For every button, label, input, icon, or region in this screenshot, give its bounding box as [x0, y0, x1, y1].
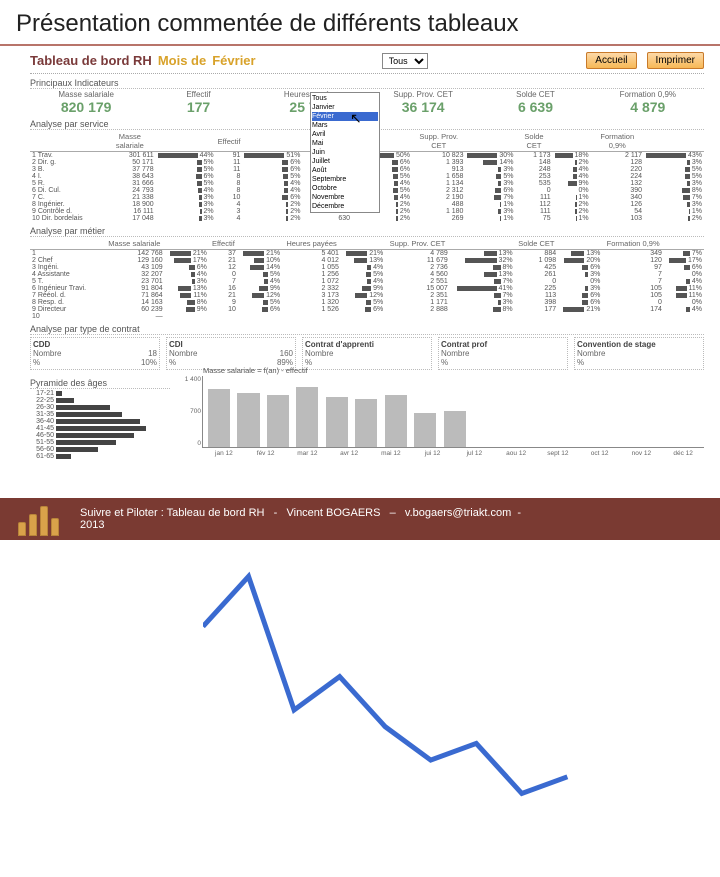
table-row: 2 Chef129 160 17%21 10%4 012 13%11 679 3…: [30, 257, 704, 264]
month-option[interactable]: Février: [312, 112, 378, 121]
home-button[interactable]: Accueil: [586, 52, 636, 69]
dashboard-month-prefix: Mois de: [158, 53, 206, 68]
kpi-card: Supp. Prov. CET36 174: [367, 90, 479, 115]
kpi-value: 177: [142, 99, 254, 115]
slide-title: Présentation commentée de différents tab…: [16, 10, 704, 38]
section-pyramide: Pyramide des âges: [30, 378, 170, 389]
kpi-card: Masse salariale820 179: [30, 90, 142, 115]
pyramid-row: 41-45: [30, 425, 170, 432]
kpi-card: Formation 0,9%4 879: [592, 90, 704, 115]
kpi-label: Formation 0,9%: [592, 90, 704, 99]
table-row: 10 —: [30, 313, 704, 320]
month-option[interactable]: Août: [312, 166, 378, 175]
month-option[interactable]: Septembre: [312, 175, 378, 184]
table-row: 6 Ingénieur Travi.91 804 13%16 9%2 332 9…: [30, 285, 704, 292]
chart-title: Masse salariale = f(an) - effectif: [203, 366, 308, 375]
dashboard-header: Tableau de bord RH Mois de Février Tous …: [30, 50, 704, 74]
kpi-value: 820 179: [30, 99, 142, 115]
month-option[interactable]: Avril: [312, 130, 378, 139]
month-option[interactable]: Mai: [312, 139, 378, 148]
section-metier: Analyse par métier: [30, 226, 704, 237]
contract-box: Contrat d'apprentiNombre%: [302, 337, 432, 370]
table-row: 1 142 768 21%37 21%5 401 21%4 789 13%884…: [30, 250, 704, 258]
print-button[interactable]: Imprimer: [647, 52, 704, 69]
kpi-value: 36 174: [367, 99, 479, 115]
table-row: 5 T.23 701 3%7 4%1 072 4%2 551 7%0 0%7 4…: [30, 278, 704, 285]
pyramid-row: 31-35: [30, 411, 170, 418]
metier-table: Masse salarialeEffectifHeures payéesSupp…: [30, 238, 704, 320]
table-row: 9 Directeur60 239 9%10 6%1 526 6%2 888 8…: [30, 306, 704, 313]
kpi-label: Solde CET: [479, 90, 591, 99]
slide-footer: Suivre et Piloter : Tableau de bord RH -…: [0, 498, 720, 540]
kpi-label: Supp. Prov. CET: [367, 90, 479, 99]
pyramid-row: 17-21: [30, 390, 170, 397]
kpi-value: 4 879: [592, 99, 704, 115]
month-select[interactable]: Tous: [382, 53, 428, 69]
month-option[interactable]: Mars: [312, 121, 378, 130]
pyramid-row: 26-30: [30, 404, 170, 411]
footer-text: Suivre et Piloter : Tableau de bord RH -…: [80, 507, 521, 531]
month-option[interactable]: Janvier: [312, 103, 378, 112]
pyramid-row: 46-50: [30, 432, 170, 439]
kpi-card: Effectif177: [142, 90, 254, 115]
section-principaux: Principaux Indicateurs: [30, 78, 704, 89]
pyramid-row: 22-25: [30, 397, 170, 404]
kpi-label: Effectif: [142, 90, 254, 99]
slide-title-bar: Présentation commentée de différents tab…: [0, 0, 720, 46]
line-chart: Masse salariale = f(an) - effectif 1 400…: [202, 376, 704, 448]
contract-box: Convention de stageNombre%: [574, 337, 704, 370]
contract-box: CDDNombre18%10%: [30, 337, 160, 370]
month-option[interactable]: Novembre: [312, 193, 378, 202]
contracts-row: CDDNombre18%10%CDINombre160%89%Contrat d…: [30, 337, 704, 370]
kpi-row: TousJanvierFévrierMarsAvrilMaiJuinJuille…: [30, 90, 704, 115]
table-row: 4 Assistante32 207 4%0 5%1 256 5%4 560 1…: [30, 271, 704, 278]
table-row: 8 Resp. d.14 163 8%9 5%1 320 5%1 171 3%3…: [30, 299, 704, 306]
month-option[interactable]: Décembre: [312, 202, 378, 211]
dashboard-title: Tableau de bord RH: [30, 53, 152, 68]
dashboard-month: Février: [212, 53, 255, 68]
pyramid-chart: 17-2122-2526-3031-3536-4041-4546-5051-55…: [30, 390, 170, 460]
table-row: 10 Dir. bordelais17 048 3%4 2%630 2%269 …: [30, 215, 704, 222]
footer-logo-icon: [14, 502, 62, 536]
table-row: 7 Rééol. d.71 864 11%21 12%3 173 12%2 35…: [30, 292, 704, 299]
month-option[interactable]: Juin: [312, 148, 378, 157]
month-option[interactable]: Octobre: [312, 184, 378, 193]
month-option[interactable]: Juillet: [312, 157, 378, 166]
pyramid-row: 36-40: [30, 418, 170, 425]
month-dropdown-panel[interactable]: TousJanvierFévrierMarsAvrilMaiJuinJuille…: [310, 92, 380, 213]
table-row: 3 Ingéni.43 109 6%12 14%1 055 4%2 736 8%…: [30, 264, 704, 271]
section-contrat: Analyse par type de contrat: [30, 324, 704, 335]
kpi-value: 6 639: [479, 99, 591, 115]
contract-box: Contrat profNombre%: [438, 337, 568, 370]
kpi-card: Solde CET6 639: [479, 90, 591, 115]
month-option[interactable]: Tous: [312, 94, 378, 103]
kpi-label: Masse salariale: [30, 90, 142, 99]
pyramid-row: 56-60: [30, 446, 170, 453]
pyramid-row: 61-65: [30, 453, 170, 460]
pyramid-row: 51-55: [30, 439, 170, 446]
